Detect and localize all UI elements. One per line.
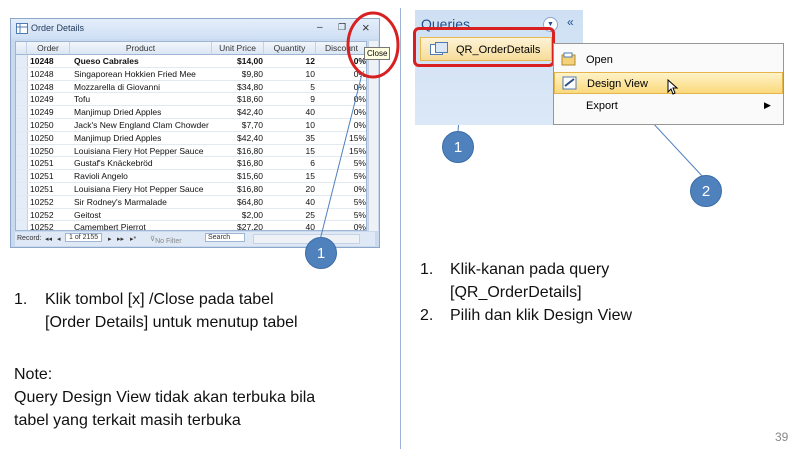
note-title: Note: bbox=[14, 366, 53, 383]
right-step-1-line-1: Klik-kanan pada query bbox=[450, 261, 610, 278]
context-menu: Open Design View Export ▶ bbox=[553, 43, 784, 125]
callout-2-right: 2 bbox=[690, 175, 722, 207]
highlight-rect-query bbox=[413, 27, 555, 67]
page-number: 39 bbox=[775, 430, 789, 444]
collapse-pane-icon[interactable]: « bbox=[567, 15, 574, 29]
mouse-cursor-icon bbox=[667, 79, 679, 95]
menu-item-open-label: Open bbox=[586, 54, 613, 66]
menu-item-design-view-label: Design View bbox=[587, 78, 648, 90]
note-line-1: Query Design View tidak akan terbuka bil… bbox=[14, 389, 316, 406]
menu-item-open[interactable]: Open bbox=[554, 49, 783, 71]
submenu-arrow-icon: ▶ bbox=[764, 100, 771, 110]
design-view-icon bbox=[562, 76, 577, 90]
right-step-1-number: 1. bbox=[420, 261, 434, 278]
open-icon bbox=[561, 52, 576, 66]
note-line-2: tabel yang terkait masih terbuka bbox=[14, 412, 241, 429]
right-step-2-line-1: Pilih dan klik Design View bbox=[450, 307, 633, 324]
right-step-1-line-2: [QR_OrderDetails] bbox=[450, 284, 582, 301]
slide-divider bbox=[400, 8, 401, 449]
right-step-2-number: 2. bbox=[420, 307, 434, 324]
left-step-1-number: 1. bbox=[14, 291, 28, 308]
left-step-1-line-2: [Order Details] untuk menutup tabel bbox=[45, 314, 298, 331]
callout-1-right: 1 bbox=[442, 131, 474, 163]
menu-item-design-view[interactable]: Design View bbox=[554, 72, 783, 95]
callout-1-left: 1 bbox=[305, 237, 337, 269]
left-step-1-line-1: Klik tombol [x] /Close pada tabel bbox=[45, 291, 274, 308]
menu-item-export[interactable]: Export ▶ bbox=[554, 95, 783, 117]
menu-item-export-label: Export bbox=[586, 100, 618, 112]
